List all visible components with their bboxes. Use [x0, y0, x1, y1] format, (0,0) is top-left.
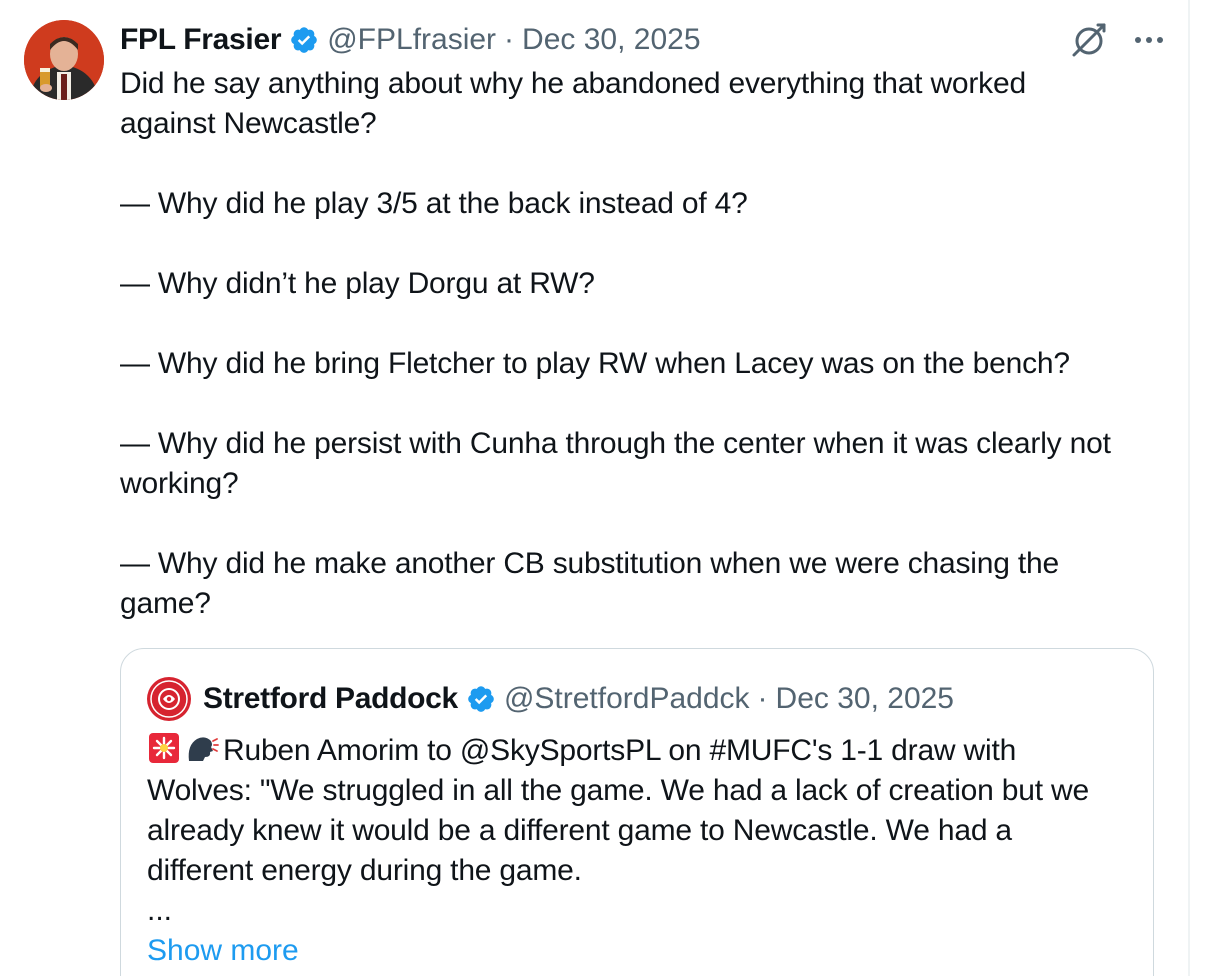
header-separator: · [504, 23, 515, 56]
quoted-tweet-header: Stretford Paddock @StretfordPaddck · Dec… [147, 677, 1137, 721]
grok-icon[interactable] [1070, 21, 1108, 59]
tweet-body: FPL Frasier @FPLfrasier · Dec 30, 2025 D… [120, 20, 1164, 624]
tweet-text-line [120, 384, 1164, 424]
tweet-text-line: working? [120, 467, 239, 500]
quoted-text-line: different energy during the game. [147, 854, 582, 887]
quoted-tweet-text: Ruben Amorim to @SkySportsPL on #MUFC's … [147, 731, 1137, 891]
tweet-text-line: — Why did he bring Fletcher to play RW w… [120, 347, 1070, 380]
show-more-link[interactable]: Show more [147, 931, 299, 971]
tweet-text-line: game? [120, 587, 211, 620]
quoted-text-line: Ruben Amorim to @SkySportsPL on #MUFC's … [147, 731, 1137, 771]
author-avatar[interactable] [24, 20, 104, 100]
tweet-text-line: — Why did he make another CB substitutio… [120, 547, 1059, 580]
tweet-text-line: — Why did he persist with Cunha through … [120, 427, 1111, 460]
quoted-text-line-1: Ruben Amorim to @SkySportsPL on #MUFC's … [223, 734, 1017, 767]
siren-emoji-icon [147, 731, 181, 765]
tweet-text: Did he say anything about why he abandon… [120, 64, 1164, 624]
quoted-tweet[interactable]: Stretford Paddock @StretfordPaddck · Dec… [120, 648, 1154, 976]
tweet-header: FPL Frasier @FPLfrasier · Dec 30, 2025 [120, 20, 1164, 60]
quoted-tweet-content: Stretford Paddock @StretfordPaddck · Dec… [147, 677, 1137, 971]
column-divider [1188, 0, 1190, 976]
quoted-text-line: Wolves: "We struggled in all the game. W… [147, 774, 1089, 807]
quoted-author-avatar[interactable] [147, 677, 191, 721]
tweet-text-line: Did he say anything about why he abandon… [120, 67, 1026, 100]
speaking-head-emoji-icon [185, 731, 219, 765]
author-name[interactable]: FPL Frasier [120, 23, 282, 57]
quoted-author-name[interactable]: Stretford Paddock [203, 682, 458, 716]
quoted-author-handle[interactable]: @StretfordPaddck [504, 682, 750, 716]
tweet-header-actions [1070, 20, 1164, 60]
more-icon[interactable] [1134, 35, 1164, 45]
tweet-detail-page: FPL Frasier @FPLfrasier · Dec 30, 2025 D… [0, 0, 1206, 976]
tweet-text-line [120, 224, 1164, 264]
tweet-text-line [120, 504, 1164, 544]
tweet-text-line: — Why did he play 3/5 at the back instea… [120, 187, 748, 220]
verified-badge-icon [289, 25, 319, 55]
tweet-text-line: — Why didn’t he play Dorgu at RW? [120, 267, 595, 300]
tweet-text-line [120, 144, 1164, 184]
author-handle[interactable]: @FPLfrasier [327, 23, 496, 57]
tweet-date[interactable]: Dec 30, 2025 [522, 23, 700, 57]
tweet-text-line: against Newcastle? [120, 107, 377, 140]
quoted-text-ellipsis: ... [147, 894, 173, 927]
tweet-text-line [120, 304, 1164, 344]
header-separator: · [757, 682, 768, 715]
quoted-text-line: already knew it would be a different gam… [147, 814, 1012, 847]
quoted-tweet-date[interactable]: Dec 30, 2025 [776, 682, 954, 716]
verified-badge-icon [466, 684, 496, 714]
